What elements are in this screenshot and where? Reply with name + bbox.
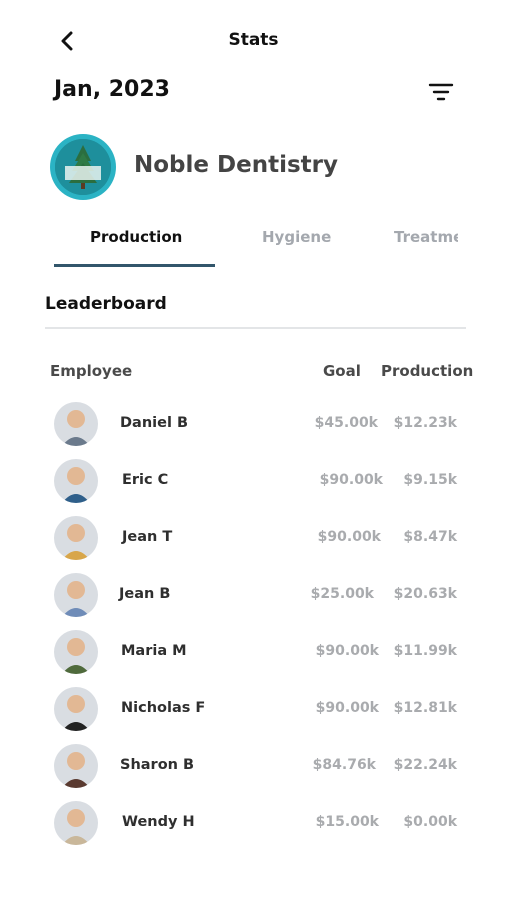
goal-value: $15.00k — [315, 814, 379, 830]
filter-icon — [428, 83, 454, 101]
leaderboard-row[interactable]: Sharon B $84.76k $22.24k — [0, 744, 507, 801]
tab-hygiene[interactable]: Hygiene — [262, 228, 331, 246]
active-tab-indicator — [54, 264, 215, 267]
column-header-goal[interactable]: Goal — [323, 362, 361, 380]
goal-value: $90.00k — [317, 529, 381, 545]
column-header-production[interactable]: Production — [381, 362, 473, 380]
goal-value: $90.00k — [315, 700, 379, 716]
goal-value: $25.00k — [310, 586, 374, 602]
employee-name: Maria M — [121, 643, 187, 659]
leaderboard-title: Leaderboard — [45, 294, 167, 314]
leaderboard-row[interactable]: Eric C $90.00k $9.15k — [0, 459, 507, 516]
employee-name: Jean T — [122, 529, 173, 545]
goal-value: $84.76k — [312, 757, 376, 773]
leaderboard-row[interactable]: Nicholas F $90.00k $12.81k — [0, 687, 507, 744]
production-value: $12.81k — [393, 700, 457, 716]
section-divider — [45, 327, 466, 329]
stats-tabs: Production Hygiene Treatment — [0, 222, 507, 268]
filter-button[interactable] — [427, 80, 455, 104]
employee-avatar — [54, 744, 98, 788]
period-label[interactable]: Jan, 2023 — [54, 77, 170, 102]
production-value: $22.24k — [393, 757, 457, 773]
employee-name: Eric C — [122, 472, 169, 488]
leaderboard-row[interactable]: Wendy H $15.00k $0.00k — [0, 801, 507, 858]
employee-name: Jean B — [119, 586, 171, 602]
employee-name: Sharon B — [120, 757, 195, 773]
column-header-employee[interactable]: Employee — [50, 362, 132, 380]
tree-logo-icon — [55, 139, 111, 195]
goal-value: $45.00k — [314, 415, 378, 431]
leaderboard-row[interactable]: Jean B $25.00k $20.63k — [0, 573, 507, 630]
practice-logo — [50, 134, 116, 200]
production-value: $9.15k — [403, 472, 457, 488]
goal-value: $90.00k — [315, 643, 379, 659]
production-value: $11.99k — [393, 643, 457, 659]
production-value: $12.23k — [393, 415, 457, 431]
employee-avatar — [54, 573, 98, 617]
employee-name: Wendy H — [122, 814, 195, 830]
practice-name: Noble Dentistry — [134, 152, 338, 178]
leaderboard-row[interactable]: Maria M $90.00k $11.99k — [0, 630, 507, 687]
tab-treatment[interactable]: Treatment — [394, 228, 458, 246]
leaderboard-row[interactable]: Daniel B $45.00k $12.23k — [0, 402, 507, 459]
page-title: Stats — [228, 30, 279, 50]
employee-avatar — [54, 516, 98, 560]
employee-avatar — [54, 801, 98, 845]
production-value: $20.63k — [393, 586, 457, 602]
employee-avatar — [54, 687, 98, 731]
leaderboard-row[interactable]: Jean T $90.00k $8.47k — [0, 516, 507, 573]
employee-avatar — [54, 630, 98, 674]
tab-production[interactable]: Production — [90, 228, 182, 246]
stats-screen: Stats Jan, 2023 Noble Dentistry Producti… — [0, 0, 507, 900]
employee-name: Daniel B — [120, 415, 189, 431]
employee-avatar — [54, 459, 98, 503]
employee-name: Nicholas F — [121, 700, 206, 716]
employee-avatar — [54, 402, 98, 446]
goal-value: $90.00k — [319, 472, 383, 488]
production-value: $0.00k — [403, 814, 457, 830]
production-value: $8.47k — [403, 529, 457, 545]
